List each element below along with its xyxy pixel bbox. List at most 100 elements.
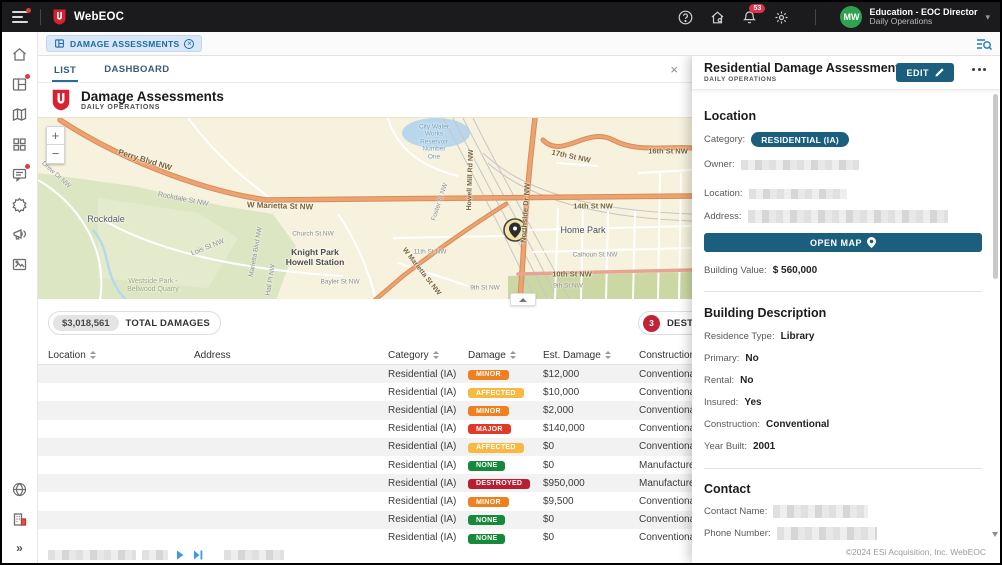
sidebar-apps-icon[interactable]	[11, 136, 28, 153]
table-row[interactable]: Residential (IA)DESTROYED$950,000Manufac…	[38, 474, 692, 492]
column-header-construction[interactable]: Construction	[625, 350, 692, 361]
top-bar: WebEOC 53 MW Education - EOC Director Da…	[2, 2, 1000, 32]
home-icon[interactable]	[710, 10, 725, 25]
damage-badge: AFFECTED	[468, 443, 524, 453]
column-header-est-damage[interactable]: Est. Damage	[533, 350, 625, 361]
damage-map[interactable]: Perry Blvd NWDrew Dr NWRockdaleRockdale …	[38, 117, 692, 299]
cell-est-damage: $950,000	[533, 478, 625, 489]
sidebar-boards-icon[interactable]	[11, 76, 28, 93]
cell-damage: NONE	[458, 532, 533, 544]
field-value: Library	[781, 331, 815, 342]
address-field: Address:	[704, 210, 982, 223]
field-value: 2001	[753, 441, 775, 452]
chevron-up-icon	[519, 298, 527, 302]
last-page-icon[interactable]	[192, 549, 204, 561]
cell-damage: AFFECTED	[458, 441, 533, 453]
table-row[interactable]: Residential (IA)MAJOR$140,000Conventiona…	[38, 420, 692, 438]
table-row[interactable]: Residential (IA)MINOR$9,500Conventional	[38, 492, 692, 510]
help-icon[interactable]	[678, 10, 693, 25]
cell-construction: Conventional	[625, 423, 692, 434]
board-tab-damage-assessments[interactable]: DAMAGE ASSESSMENTS ×	[46, 35, 202, 52]
open-boards-strip: DAMAGE ASSESSMENTS ×	[38, 32, 1000, 56]
sidebar-language-icon[interactable]	[11, 481, 28, 498]
section-heading-location: Location	[704, 109, 982, 123]
column-header-damage[interactable]: Damage	[458, 350, 533, 361]
sort-icon	[90, 351, 96, 359]
board-tab-label: DAMAGE ASSESSMENTS	[70, 39, 179, 49]
field-label: Residence Type:	[704, 331, 775, 342]
sidebar-broadcast-icon[interactable]	[11, 226, 28, 243]
cell-category: Residential (IA)	[378, 514, 458, 525]
table-row[interactable]: Residential (IA)NONE$0Conventional	[38, 529, 692, 547]
cell-est-damage: $140,000	[533, 423, 625, 434]
category-label: Category:	[704, 134, 745, 145]
damage-badge: MAJOR	[468, 424, 511, 434]
column-header-category[interactable]: Category	[378, 350, 458, 361]
contact-fields: Contact Name:Phone Number:Email:	[704, 505, 982, 540]
notifications-icon[interactable]: 53	[742, 10, 757, 25]
table-row[interactable]: Residential (IA)NONE$0Manufactured	[38, 456, 692, 474]
category-field: Category: RESIDENTIAL (IA)	[704, 132, 982, 147]
tab-list[interactable]: LIST	[52, 58, 78, 83]
user-info[interactable]: Education - EOC Director Daily Operation…	[869, 7, 977, 27]
user-avatar[interactable]: MW	[840, 6, 862, 28]
damage-badge: MINOR	[468, 497, 509, 507]
sort-icon	[433, 351, 439, 359]
panel-scrollbar[interactable]	[993, 94, 998, 279]
section-divider	[704, 468, 982, 469]
table-row[interactable]: Residential (IA)MINOR$2,000Conventional	[38, 401, 692, 419]
table-row[interactable]: Residential (IA)MINOR$12,000Conventional	[38, 365, 692, 383]
owner-field: Owner:	[704, 159, 982, 170]
more-options-button[interactable]	[972, 68, 986, 71]
detail-panel-body: Location Category: RESIDENTIAL (IA) Owne…	[692, 90, 1000, 540]
section-heading-building: Building Description	[704, 306, 982, 320]
zoom-out-button[interactable]: −	[46, 145, 65, 164]
cell-est-damage: $0	[533, 514, 625, 525]
cell-construction: Conventional	[625, 369, 692, 380]
cell-est-damage: $9,500	[533, 496, 625, 507]
column-header-location[interactable]: Location	[38, 350, 184, 361]
map-marker-pin[interactable]	[504, 219, 526, 241]
sidebar-home-icon[interactable]	[11, 46, 28, 63]
field-label: Insured:	[704, 397, 738, 408]
column-header-address[interactable]: Address	[184, 350, 378, 361]
cell-damage: DESTROYED	[458, 477, 533, 489]
cell-damage: MINOR	[458, 405, 533, 417]
edit-button[interactable]: EDIT	[896, 63, 954, 82]
cell-construction: Manufactured	[625, 478, 692, 489]
field-value-redacted	[773, 505, 868, 518]
zoom-in-button[interactable]: +	[46, 126, 65, 145]
detail-field: Year Built:2001	[704, 441, 982, 452]
field-label: Construction:	[704, 419, 760, 430]
sidebar-maps-icon[interactable]	[11, 106, 28, 123]
close-board-tab-icon[interactable]: ×	[184, 39, 194, 49]
sidebar-media-icon[interactable]	[11, 256, 28, 273]
damage-assessments-board: LIST DASHBOARD × Damage Assessments DAIL…	[38, 56, 692, 563]
close-panel-icon[interactable]: ×	[670, 62, 678, 77]
table-row[interactable]: Residential (IA)NONE$0Conventional	[38, 511, 692, 529]
sidebar-expand-icon[interactable]: »	[16, 541, 23, 555]
cell-damage: MINOR	[458, 368, 533, 380]
address-label: Address:	[704, 211, 742, 222]
next-page-icon[interactable]	[174, 549, 186, 561]
table-row[interactable]: Residential (IA)AFFECTED$0Conventional	[38, 438, 692, 456]
detail-field: Construction:Conventional	[704, 419, 982, 430]
sidebar-messages-icon[interactable]	[11, 166, 28, 183]
sidebar-plugins-icon[interactable]	[11, 196, 28, 213]
open-map-label: OPEN MAP	[810, 238, 862, 248]
sidebar-organization-icon[interactable]	[11, 511, 28, 528]
field-value: Yes	[744, 397, 761, 408]
tab-dashboard[interactable]: DASHBOARD	[102, 57, 171, 82]
settings-gear-icon[interactable]	[774, 10, 789, 25]
menu-notification-dot	[26, 8, 31, 13]
collapse-map-button[interactable]	[510, 293, 536, 306]
scrollbar-down-arrow-icon[interactable]	[992, 532, 998, 537]
menu-icon[interactable]	[12, 11, 28, 23]
user-menu-chevron-icon[interactable]: ▾	[985, 12, 990, 23]
open-map-button[interactable]: OPEN MAP	[704, 233, 982, 252]
boards-notification-dot	[25, 74, 30, 79]
cell-construction: Conventional	[625, 514, 692, 525]
search-boards-icon[interactable]	[976, 37, 992, 51]
cell-damage: NONE	[458, 459, 533, 471]
table-row[interactable]: Residential (IA)AFFECTED$10,000Conventio…	[38, 383, 692, 401]
